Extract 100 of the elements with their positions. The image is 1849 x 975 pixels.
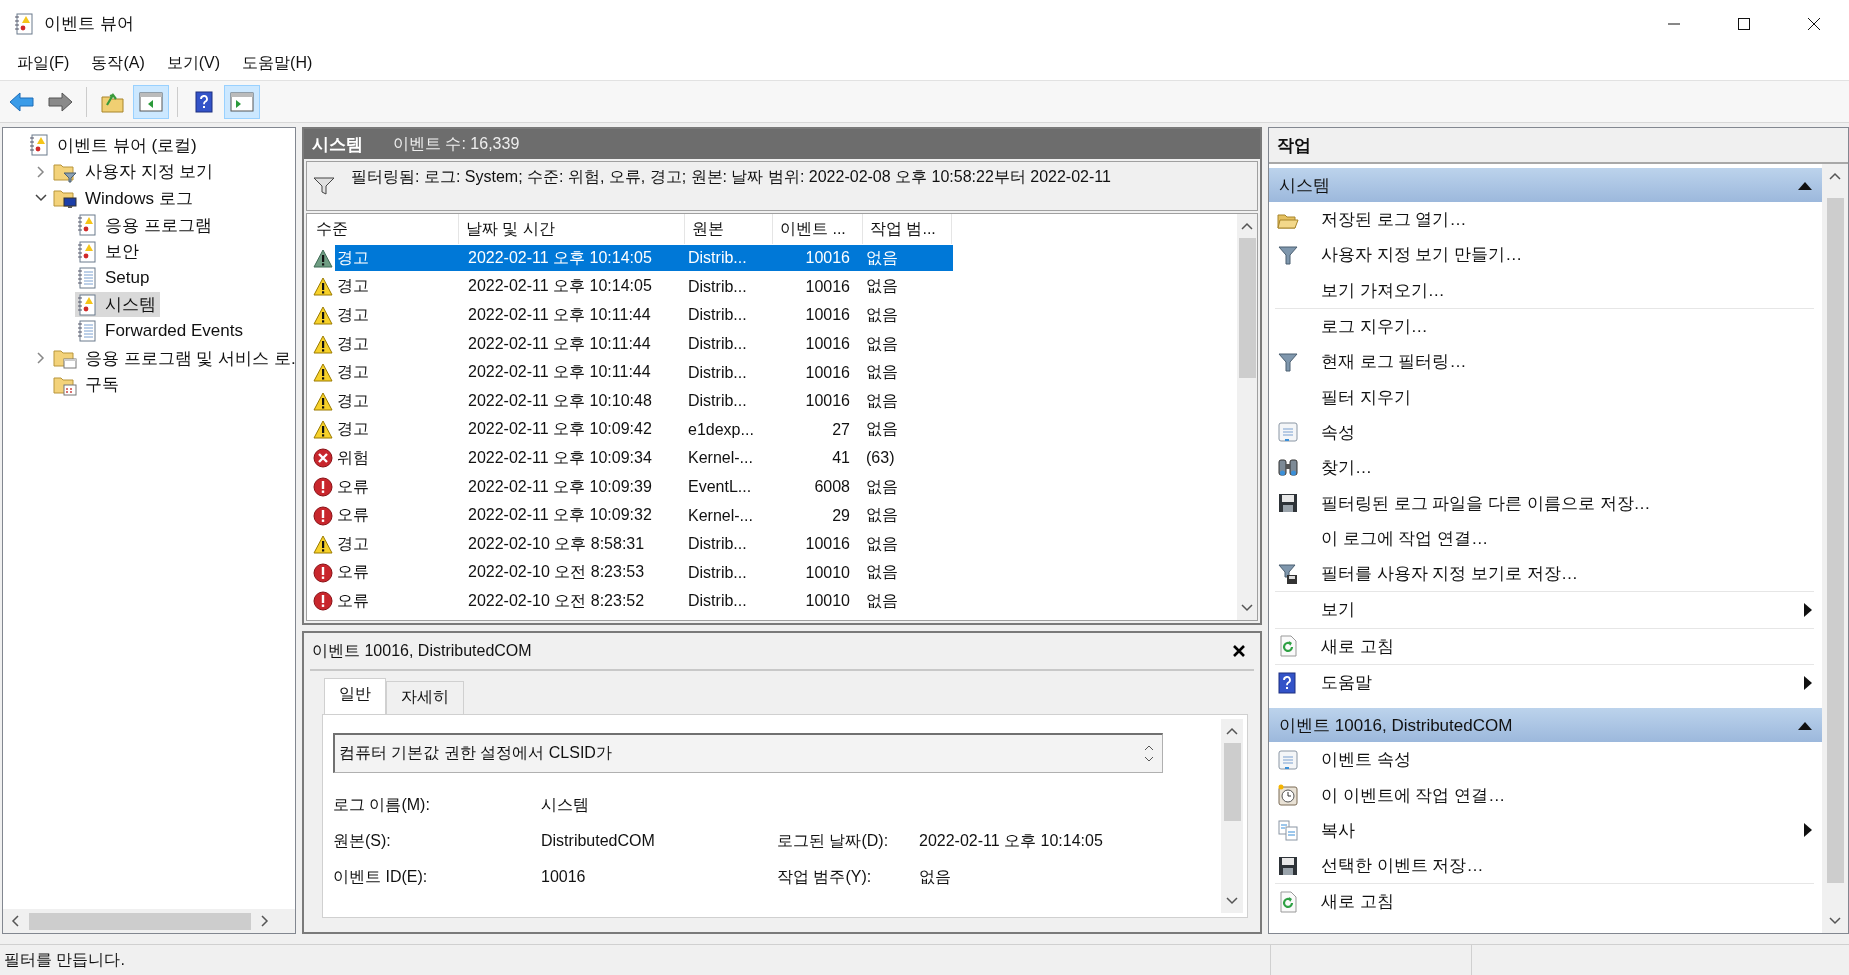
chevron-up-icon[interactable] — [1241, 222, 1253, 230]
chevron-up-icon[interactable] — [1144, 744, 1154, 751]
tree-item[interactable]: 구독 — [51, 372, 123, 398]
close-icon[interactable] — [1232, 644, 1246, 658]
action-item[interactable]: 속성 — [1275, 414, 1814, 451]
menu-item[interactable]: 동작(A) — [80, 53, 156, 74]
action-item[interactable]: 필터 지우기 — [1275, 379, 1814, 415]
table-cell-text: 없음 — [865, 362, 899, 383]
table-cell-text: 경고 — [336, 333, 370, 354]
column-header[interactable]: 이벤트 ... — [773, 214, 863, 244]
event-row[interactable]: 경고 2022-02-11 오후 10:11:44 Distrib... 10016 없음 — [335, 331, 953, 358]
action-item[interactable]: 이 이벤트에 작업 연결… — [1275, 777, 1814, 813]
chevron-up-icon[interactable] — [1829, 172, 1841, 180]
tree-item[interactable]: 사용자 지정 보기 — [51, 159, 218, 185]
table-cell-text: 2022-02-11 오후 10:11:44 — [467, 305, 652, 325]
chevron-down-icon[interactable] — [35, 194, 47, 203]
scroll-thumb[interactable] — [29, 912, 251, 930]
tab[interactable]: 일반 — [324, 678, 386, 714]
action-item[interactable]: 도움말 — [1275, 664, 1814, 701]
tree-item[interactable]: Forwarded Events — [75, 319, 247, 344]
column-header[interactable]: 날짜 및 시간 — [459, 214, 685, 244]
tab[interactable]: 자세히 — [386, 681, 464, 714]
chevron-left-icon[interactable] — [11, 915, 19, 927]
action-item[interactable]: 필터를 사용자 지정 보기로 저장… — [1275, 555, 1814, 592]
scrollbar[interactable] — [1822, 164, 1848, 933]
collapse-icon — [1798, 180, 1812, 190]
tree-item[interactable]: 시스템 — [75, 292, 160, 318]
action-item[interactable]: 현재 로그 필터링… — [1275, 344, 1814, 380]
action-item[interactable]: 사용자 지정 보기 만들기… — [1275, 237, 1814, 273]
table-cell-text: 2022-02-11 오후 10:10:48 — [467, 390, 653, 411]
scrollbar[interactable] — [3, 909, 295, 933]
table-cell-text: 경고 — [336, 305, 370, 325]
table-cell-text: 27 — [831, 420, 851, 439]
group-header[interactable]: 이벤트 10016, DistributedCOM — [1269, 708, 1822, 743]
table-cell-text: 2022-02-11 오후 10:09:32 — [467, 505, 653, 526]
action-item[interactable]: 보기 가져오기… — [1275, 272, 1814, 308]
scrollbar[interactable] — [1237, 214, 1257, 620]
tree-item[interactable]: Setup — [75, 266, 154, 291]
table-cell-text: 2022-02-10 오전 8:23:53 — [467, 562, 646, 583]
tree-item[interactable]: 보안 — [75, 239, 143, 265]
table-cell-text: (63) — [865, 449, 896, 468]
event-row[interactable]: 경고 2022-02-11 오후 10:11:44 Distrib... 10016 없음 — [335, 359, 953, 386]
table-cell-text: 없음 — [865, 333, 899, 354]
close-icon — [1807, 16, 1821, 31]
event-row[interactable]: 경고 2022-02-11 오후 10:14:05 Distrib... 10016 없음 — [335, 273, 953, 300]
chevron-right-icon[interactable] — [37, 352, 45, 365]
menu-item[interactable]: 파일(F) — [6, 53, 81, 74]
log-icon — [77, 240, 97, 263]
menu-item[interactable]: 보기(V) — [155, 53, 232, 74]
event-row[interactable]: 오류 2022-02-11 오후 10:09:32 Kernel-... 29 없음 — [335, 502, 953, 529]
event-row[interactable]: 경고 2022-02-11 오후 10:09:42 e1dexp... 27 없음 — [335, 416, 953, 443]
action-item[interactable]: 로그 지우기… — [1275, 308, 1814, 345]
chevron-right-icon[interactable] — [261, 915, 269, 927]
action-item[interactable]: 저장된 로그 열기… — [1275, 202, 1814, 238]
table-cell-text: 경고 — [336, 390, 370, 411]
event-row[interactable]: 경고 2022-02-11 오후 10:11:44 Distrib... 10016 없음 — [335, 302, 953, 329]
column-header[interactable]: 수준 — [309, 214, 459, 244]
tree-item[interactable]: 응용 프로그램 및 서비스 로. — [51, 345, 295, 371]
action-item[interactable]: 보기 — [1275, 592, 1814, 628]
action-item[interactable]: 선택한 이벤트 저장… — [1275, 848, 1814, 884]
action-item[interactable]: 이벤트 속성 — [1275, 742, 1814, 778]
table-cell-text: EventL... — [687, 478, 753, 497]
group-header[interactable]: 시스템 — [1269, 168, 1822, 202]
funnel-icon — [1277, 562, 1299, 585]
maximize-icon — [1737, 16, 1751, 31]
action-item[interactable]: 복사 — [1275, 812, 1814, 849]
action-item[interactable]: 새로 고침 — [1275, 884, 1814, 920]
action-item[interactable]: 새로 고침 — [1275, 628, 1814, 664]
event-row[interactable]: 경고 2022-02-11 오후 10:14:05 Distrib... 10016 없음 — [335, 245, 953, 272]
folder-monitor-icon — [53, 187, 77, 210]
tree-item[interactable]: 이벤트 뷰어 (로컬) — [27, 132, 201, 158]
chevron-down-icon[interactable] — [1241, 604, 1253, 612]
chevron-right-icon[interactable] — [37, 165, 45, 178]
menu-item[interactable]: 도움말(H) — [231, 53, 324, 74]
event-row[interactable]: 위험 2022-02-11 오후 10:09:34 Kernel-... 41 (63) — [335, 445, 953, 472]
column-header[interactable]: 작업 범... — [863, 214, 952, 244]
scrollbar[interactable] — [1221, 719, 1243, 913]
action-item[interactable]: 이 로그에 작업 연결… — [1275, 520, 1814, 556]
scroll-thumb[interactable] — [1223, 743, 1241, 821]
chevron-down-icon[interactable] — [1144, 756, 1154, 763]
event-row[interactable]: 오류 2022-02-11 오후 10:09:39 EventL... 6008 없음 — [335, 474, 953, 501]
scroll-thumb[interactable] — [1238, 238, 1256, 378]
description-field[interactable]: 컴퓨터 기본값 권한 설정에서 CLSID가 — [333, 733, 1163, 773]
event-row[interactable]: 오류 2022-02-10 오전 8:23:52 Distrib... 10010 없음 — [335, 588, 953, 615]
action-item[interactable]: 찾기… — [1275, 450, 1814, 486]
copy-icon — [1277, 819, 1299, 842]
warning-icon — [313, 363, 333, 383]
notebook-icon — [77, 320, 97, 343]
scroll-thumb[interactable] — [1826, 198, 1844, 883]
event-row[interactable]: 경고 2022-02-10 오후 8:58:31 Distrib... 10016 없음 — [335, 531, 953, 558]
tree-item[interactable]: Windows 로그 — [51, 186, 197, 211]
action-item[interactable]: 필터링된 로그 파일을 다른 이름으로 저장… — [1275, 485, 1814, 521]
event-row[interactable]: 오류 2022-02-10 오전 8:23:53 Distrib... 10010 없음 — [335, 559, 953, 586]
chevron-up-icon[interactable] — [1226, 727, 1238, 735]
chevron-down-icon[interactable] — [1226, 897, 1238, 905]
chevron-down-icon[interactable] — [1829, 917, 1841, 925]
table-cell-text: 없음 — [865, 505, 899, 526]
event-row[interactable]: 경고 2022-02-11 오후 10:10:48 Distrib... 10016 없음 — [335, 388, 953, 415]
column-header[interactable]: 원본 — [685, 214, 773, 244]
tree-item[interactable]: 응용 프로그램 — [75, 212, 216, 238]
